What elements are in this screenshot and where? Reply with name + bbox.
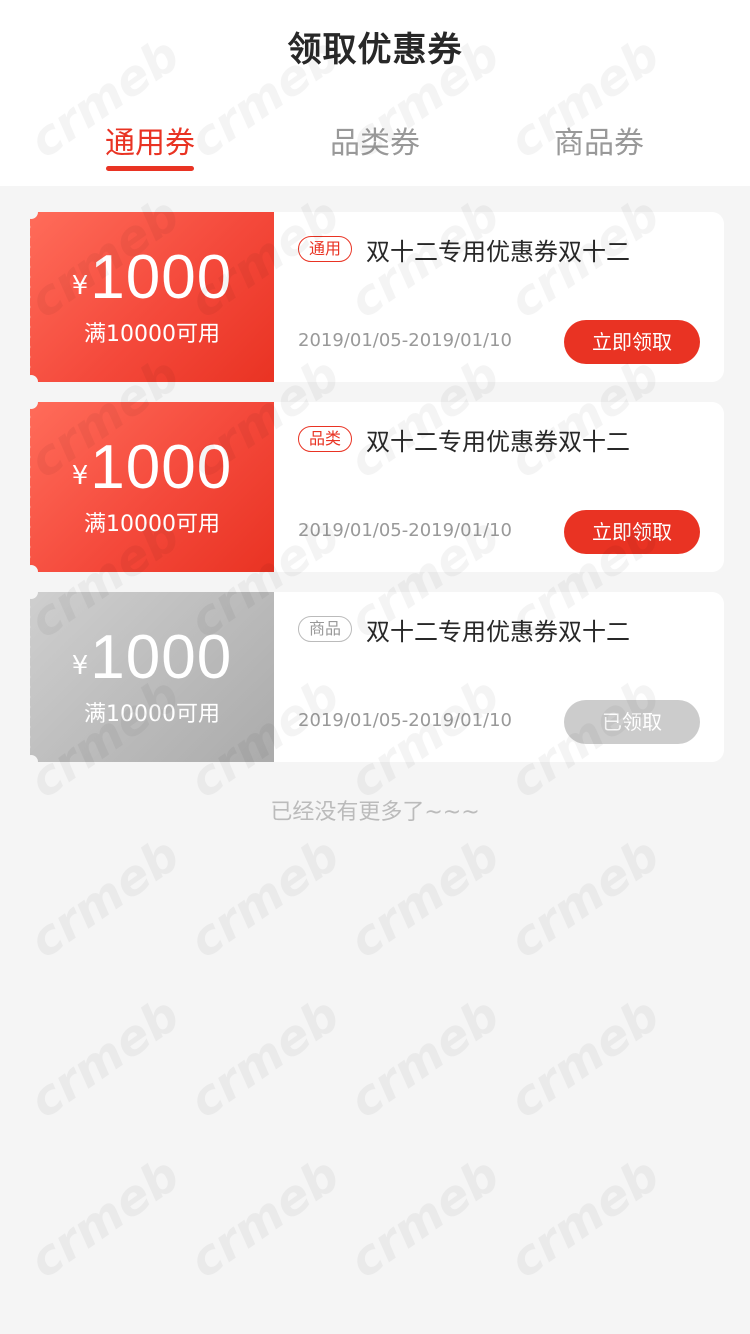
- watermark-text: crmeb: [19, 987, 190, 1130]
- coupon-center-page: 领取优惠券 通用券 品类券 商品券 ¥1000 满10000可用 通用 双十二专…: [0, 0, 750, 1334]
- coupon-type-tag: 通用: [298, 236, 353, 262]
- coupon-card: ¥1000 满10000可用 通用 双十二专用优惠券双十二 2019/01/05…: [30, 212, 724, 382]
- watermark-text: crmeb: [339, 827, 510, 970]
- watermark-text: crmeb: [179, 1147, 350, 1290]
- coupon-type-tag: 商品: [298, 616, 353, 642]
- active-tab-indicator: [106, 166, 194, 171]
- coupon-amount: 1000: [90, 243, 233, 312]
- currency-symbol: ¥: [71, 461, 89, 491]
- claim-button[interactable]: 立即领取: [564, 320, 700, 364]
- watermark-text: crmeb: [339, 987, 510, 1130]
- coupon-info-panel: 通用 双十二专用优惠券双十二 2019/01/05-2019/01/10 立即领…: [274, 212, 724, 382]
- currency-symbol: ¥: [71, 271, 89, 301]
- watermark-text: crmeb: [339, 1147, 510, 1290]
- coupon-card: ¥1000 满10000可用 品类 双十二专用优惠券双十二 2019/01/05…: [30, 402, 724, 572]
- list-end-message: 已经没有更多了~~~: [270, 800, 480, 825]
- coupon-type-tabs: 通用券 品类券 商品券: [0, 118, 750, 186]
- tab-category[interactable]: 品类券: [295, 118, 455, 162]
- coupon-amount: 1000: [90, 433, 233, 502]
- watermark-text: crmeb: [499, 1147, 670, 1290]
- coupon-info-panel: 品类 双十二专用优惠券双十二 2019/01/05-2019/01/10 立即领…: [274, 402, 724, 572]
- coupon-price: ¥1000: [30, 432, 274, 503]
- coupon-amount: 1000: [90, 623, 233, 692]
- coupon-price: ¥1000: [30, 242, 274, 313]
- coupon-name: 双十二专用优惠券双十二: [366, 238, 630, 266]
- coupon-type-tag: 品类: [298, 426, 353, 452]
- claimed-button[interactable]: 已领取: [564, 700, 700, 744]
- claim-button[interactable]: 立即领取: [564, 510, 700, 554]
- currency-symbol: ¥: [71, 651, 89, 681]
- coupon-condition: 满10000可用: [84, 512, 220, 537]
- watermark-text: crmeb: [19, 827, 190, 970]
- coupon-info-panel: 商品 双十二专用优惠券双十二 2019/01/05-2019/01/10 已领取: [274, 592, 724, 762]
- coupon-validity-date: 2019/01/05-2019/01/10: [298, 710, 512, 731]
- tab-product[interactable]: 商品券: [519, 118, 679, 162]
- coupon-validity-date: 2019/01/05-2019/01/10: [298, 330, 512, 351]
- coupon-name: 双十二专用优惠券双十二: [366, 428, 630, 456]
- coupon-value-panel: ¥1000 满10000可用: [30, 592, 274, 762]
- coupon-condition: 满10000可用: [84, 702, 220, 727]
- watermark-text: crmeb: [179, 987, 350, 1130]
- watermark-text: crmeb: [19, 1147, 190, 1290]
- page-title: 领取优惠券: [287, 30, 463, 70]
- tab-general[interactable]: 通用券: [70, 118, 230, 162]
- header: 领取优惠券 通用券 品类券 商品券: [0, 0, 750, 186]
- coupon-price: ¥1000: [30, 622, 274, 693]
- coupon-condition: 满10000可用: [84, 322, 220, 347]
- watermark-text: crmeb: [179, 827, 350, 970]
- coupon-card: ¥1000 满10000可用 商品 双十二专用优惠券双十二 2019/01/05…: [30, 592, 724, 762]
- watermark-text: crmeb: [499, 827, 670, 970]
- watermark-text: crmeb: [499, 987, 670, 1130]
- coupon-validity-date: 2019/01/05-2019/01/10: [298, 520, 512, 541]
- coupon-value-panel: ¥1000 满10000可用: [30, 212, 274, 382]
- coupon-name: 双十二专用优惠券双十二: [366, 618, 630, 646]
- coupon-value-panel: ¥1000 满10000可用: [30, 402, 274, 572]
